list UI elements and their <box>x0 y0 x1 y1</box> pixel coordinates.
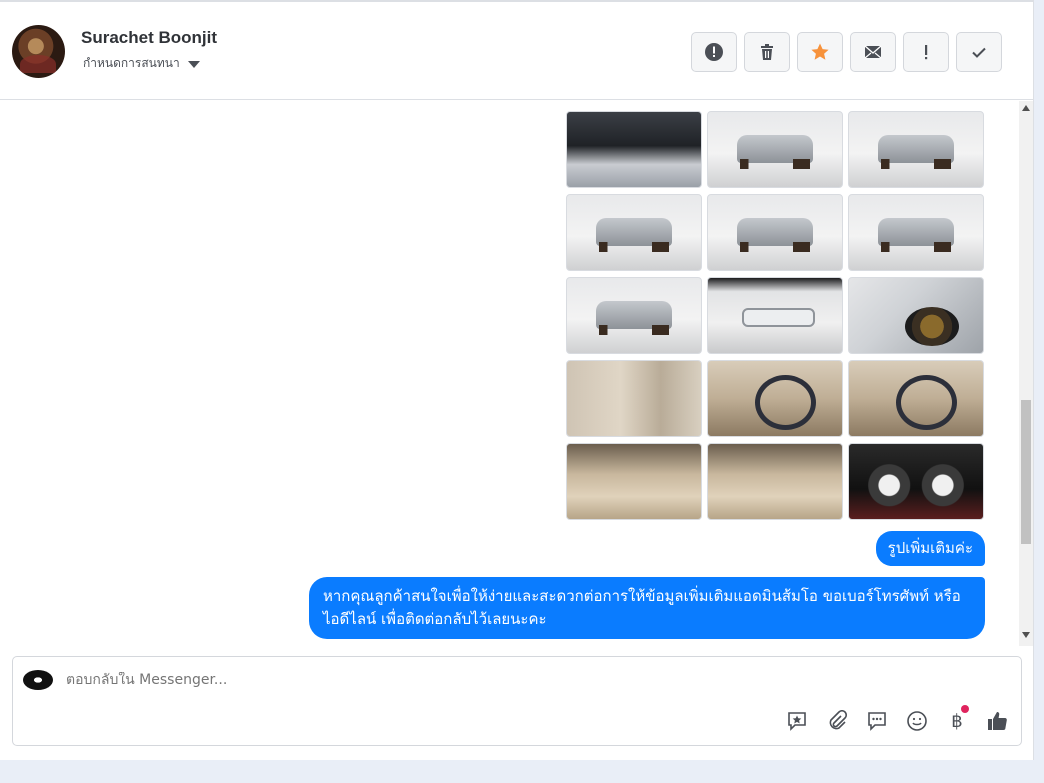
conversation-toolbar <box>691 32 1002 72</box>
message-bubble[interactable]: หากคุณลูกค้าสนใจเพื่อให้ง่ายและสะดวกต่อก… <box>309 577 985 639</box>
alert-circle-icon <box>705 43 723 61</box>
contact-avatar[interactable] <box>12 25 65 78</box>
photo-front[interactable] <box>848 111 984 188</box>
payment-button[interactable]: ฿ <box>945 705 969 733</box>
notification-dot <box>961 705 969 713</box>
scrollbar-thumb[interactable] <box>1021 400 1031 544</box>
photo-front-quarter-left[interactable] <box>566 194 702 271</box>
photo-door-panel[interactable] <box>566 360 702 437</box>
reply-input[interactable] <box>66 672 666 688</box>
saved-reply-icon <box>788 712 806 731</box>
photo-engine-bay[interactable] <box>566 111 702 188</box>
exclamation-icon <box>925 45 928 60</box>
like-icon <box>988 712 1007 730</box>
chat-button[interactable] <box>865 709 889 733</box>
reply-composer: ฿ <box>12 656 1022 746</box>
photo-rear-quarter-left[interactable] <box>566 277 702 354</box>
attachment-icon <box>829 710 848 730</box>
scroll-up-arrow-icon[interactable] <box>1022 105 1030 111</box>
message-thread[interactable]: รูปเพิ่มเติมค่ะ หากคุณลูกค้าสนใจเพื่อให้… <box>0 101 1034 646</box>
message-bubble[interactable]: รูปเพิ่มเติมค่ะ <box>875 531 985 566</box>
trash-icon <box>761 44 773 60</box>
contact-name[interactable]: Surachet Boonjit <box>81 28 217 48</box>
star-button[interactable] <box>797 32 843 72</box>
caret-down-icon <box>187 61 200 68</box>
page-avatar <box>23 670 53 690</box>
envelope-icon <box>864 45 882 59</box>
follow-up-button[interactable] <box>903 32 949 72</box>
spam-button[interactable] <box>691 32 737 72</box>
composer-toolbar: ฿ <box>785 705 1009 733</box>
like-button[interactable] <box>985 709 1009 733</box>
photo-steering-wheel[interactable] <box>848 360 984 437</box>
mark-unread-button[interactable] <box>850 32 896 72</box>
assign-label: กำหนดการสนทนา <box>83 56 180 70</box>
check-icon <box>972 47 986 58</box>
photo-instrument-cluster[interactable] <box>848 443 984 520</box>
saved-reply-button[interactable] <box>785 709 809 733</box>
photo-rear-quarter[interactable] <box>707 194 843 271</box>
photo-side-wide[interactable] <box>707 277 843 354</box>
thread-scrollbar[interactable] <box>1019 101 1033 646</box>
conversation-header: Surachet Boonjit กำหนดการสนทนา <box>0 0 1034 100</box>
chat-icon <box>868 712 886 731</box>
scroll-down-arrow-icon[interactable] <box>1022 632 1030 638</box>
attachment-button[interactable] <box>825 709 849 733</box>
photo-seats-rear[interactable] <box>707 443 843 520</box>
emoji-icon <box>907 711 927 731</box>
photo-front-quarter[interactable] <box>707 111 843 188</box>
conversation-panel: Surachet Boonjit กำหนดการสนทนา รูปเพิ่มเ… <box>0 0 1034 760</box>
star-icon <box>811 43 829 60</box>
delete-button[interactable] <box>744 32 790 72</box>
emoji-button[interactable] <box>905 709 929 733</box>
photo-seats-front[interactable] <box>566 443 702 520</box>
photo-album <box>566 111 984 520</box>
payment-baht-icon: ฿ <box>951 710 963 732</box>
photo-rear[interactable] <box>848 194 984 271</box>
photo-wheel-closeup[interactable] <box>848 277 984 354</box>
photo-dashboard[interactable] <box>707 360 843 437</box>
assign-conversation-dropdown[interactable]: กำหนดการสนทนา <box>83 54 200 73</box>
done-button[interactable] <box>956 32 1002 72</box>
